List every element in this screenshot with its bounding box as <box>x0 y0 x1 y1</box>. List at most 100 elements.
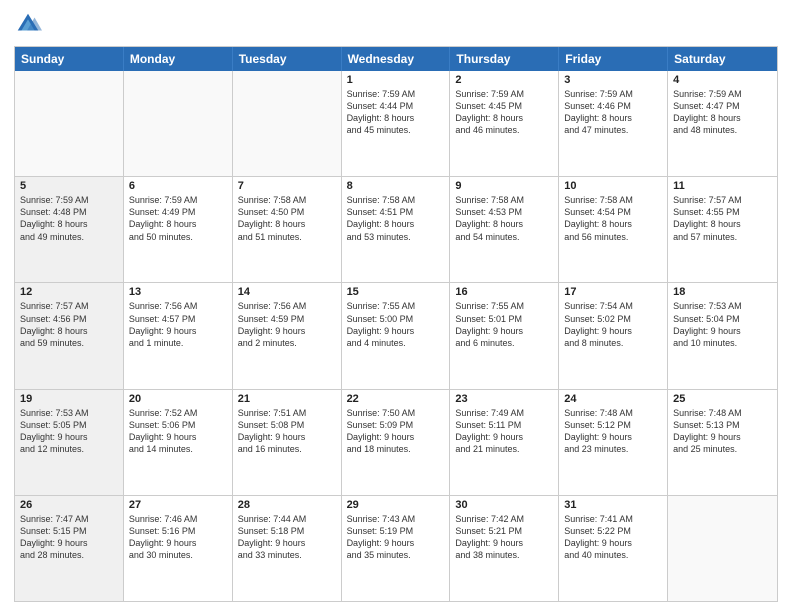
day-number: 14 <box>238 286 336 298</box>
calendar-row-1: 5Sunrise: 7:59 AM Sunset: 4:48 PM Daylig… <box>15 176 777 282</box>
day-number: 23 <box>455 393 553 405</box>
header-day-saturday: Saturday <box>668 47 777 71</box>
day-number: 19 <box>20 393 118 405</box>
day-number: 16 <box>455 286 553 298</box>
day-info: Sunrise: 7:54 AM Sunset: 5:02 PM Dayligh… <box>564 300 662 349</box>
header-day-tuesday: Tuesday <box>233 47 342 71</box>
day-number: 15 <box>347 286 445 298</box>
header-day-thursday: Thursday <box>450 47 559 71</box>
calendar-cell: 24 Sunrise: 7:48 AM Sunset: 5:12 PM Dayli… <box>559 390 668 495</box>
logo <box>14 10 46 38</box>
day-number: 7 <box>238 180 336 192</box>
day-number: 4 <box>673 74 772 86</box>
day-info: Sunrise: 7:49 AM Sunset: 5:11 PM Dayligh… <box>455 407 553 456</box>
header-day-wednesday: Wednesday <box>342 47 451 71</box>
calendar-cell <box>124 71 233 176</box>
calendar-cell: 17 Sunrise: 7:54 AM Sunset: 5:02 PM Dayli… <box>559 283 668 388</box>
day-info: Sunrise: 7:42 AM Sunset: 5:21 PM Dayligh… <box>455 513 553 562</box>
day-number: 29 <box>347 499 445 511</box>
calendar-cell: 26Sunrise: 7:47 AM Sunset: 5:15 PM Dayli… <box>15 496 124 601</box>
day-info: Sunrise: 7:58 AM Sunset: 4:53 PM Dayligh… <box>455 194 553 243</box>
calendar-body: 1Sunrise: 7:59 AM Sunset: 4:44 PM Daylig… <box>15 71 777 601</box>
day-number: 10 <box>564 180 662 192</box>
calendar-cell: 12 Sunrise: 7:57 AM Sunset: 4:56 PM Dayli… <box>15 283 124 388</box>
calendar-cell: 18 Sunrise: 7:53 AM Sunset: 5:04 PM Dayli… <box>668 283 777 388</box>
calendar-cell: 19 Sunrise: 7:53 AM Sunset: 5:05 PM Dayli… <box>15 390 124 495</box>
day-number: 13 <box>129 286 227 298</box>
calendar-row-0: 1Sunrise: 7:59 AM Sunset: 4:44 PM Daylig… <box>15 71 777 176</box>
calendar-cell: 20 Sunrise: 7:52 AM Sunset: 5:06 PM Dayli… <box>124 390 233 495</box>
day-number: 22 <box>347 393 445 405</box>
day-info: Sunrise: 7:56 AM Sunset: 4:57 PM Dayligh… <box>129 300 227 349</box>
day-info: Sunrise: 7:50 AM Sunset: 5:09 PM Dayligh… <box>347 407 445 456</box>
day-info: Sunrise: 7:58 AM Sunset: 4:50 PM Dayligh… <box>238 194 336 243</box>
day-info: Sunrise: 7:57 AM Sunset: 4:55 PM Dayligh… <box>673 194 772 243</box>
day-number: 11 <box>673 180 772 192</box>
day-info: Sunrise: 7:57 AM Sunset: 4:56 PM Dayligh… <box>20 300 118 349</box>
calendar-cell: 29Sunrise: 7:43 AM Sunset: 5:19 PM Dayli… <box>342 496 451 601</box>
calendar-cell: 3 Sunrise: 7:59 AM Sunset: 4:46 PM Daylig… <box>559 71 668 176</box>
calendar-cell: 9 Sunrise: 7:58 AM Sunset: 4:53 PM Daylig… <box>450 177 559 282</box>
calendar-cell: 15 Sunrise: 7:55 AM Sunset: 5:00 PM Dayli… <box>342 283 451 388</box>
day-number: 9 <box>455 180 553 192</box>
day-info: Sunrise: 7:56 AM Sunset: 4:59 PM Dayligh… <box>238 300 336 349</box>
calendar-cell: 28 Sunrise: 7:44 AM Sunset: 5:18 PM Dayli… <box>233 496 342 601</box>
day-number: 3 <box>564 74 662 86</box>
calendar-row-4: 26Sunrise: 7:47 AM Sunset: 5:15 PM Dayli… <box>15 495 777 601</box>
header-day-friday: Friday <box>559 47 668 71</box>
day-number: 8 <box>347 180 445 192</box>
day-info: Sunrise: 7:41 AM Sunset: 5:22 PM Dayligh… <box>564 513 662 562</box>
header-day-sunday: Sunday <box>15 47 124 71</box>
main-container: SundayMondayTuesdayWednesdayThursdayFrid… <box>0 0 792 612</box>
calendar-row-3: 19 Sunrise: 7:53 AM Sunset: 5:05 PM Dayli… <box>15 389 777 495</box>
day-number: 20 <box>129 393 227 405</box>
day-info: Sunrise: 7:59 AM Sunset: 4:45 PM Dayligh… <box>455 88 553 137</box>
calendar-cell: 8Sunrise: 7:58 AM Sunset: 4:51 PM Daylig… <box>342 177 451 282</box>
day-number: 17 <box>564 286 662 298</box>
day-info: Sunrise: 7:53 AM Sunset: 5:04 PM Dayligh… <box>673 300 772 349</box>
day-info: Sunrise: 7:59 AM Sunset: 4:47 PM Dayligh… <box>673 88 772 137</box>
day-number: 12 <box>20 286 118 298</box>
calendar: SundayMondayTuesdayWednesdayThursdayFrid… <box>14 46 778 602</box>
day-info: Sunrise: 7:59 AM Sunset: 4:48 PM Dayligh… <box>20 194 118 243</box>
calendar-cell: 30Sunrise: 7:42 AM Sunset: 5:21 PM Dayli… <box>450 496 559 601</box>
day-number: 31 <box>564 499 662 511</box>
calendar-cell: 25 Sunrise: 7:48 AM Sunset: 5:13 PM Dayli… <box>668 390 777 495</box>
calendar-cell <box>668 496 777 601</box>
day-number: 25 <box>673 393 772 405</box>
day-number: 28 <box>238 499 336 511</box>
day-info: Sunrise: 7:46 AM Sunset: 5:16 PM Dayligh… <box>129 513 227 562</box>
day-number: 21 <box>238 393 336 405</box>
calendar-cell: 11 Sunrise: 7:57 AM Sunset: 4:55 PM Dayli… <box>668 177 777 282</box>
calendar-cell: 21Sunrise: 7:51 AM Sunset: 5:08 PM Dayli… <box>233 390 342 495</box>
calendar-cell: 27Sunrise: 7:46 AM Sunset: 5:16 PM Dayli… <box>124 496 233 601</box>
calendar-cell <box>233 71 342 176</box>
calendar-header: SundayMondayTuesdayWednesdayThursdayFrid… <box>15 47 777 71</box>
calendar-cell: 23 Sunrise: 7:49 AM Sunset: 5:11 PM Dayli… <box>450 390 559 495</box>
day-info: Sunrise: 7:48 AM Sunset: 5:13 PM Dayligh… <box>673 407 772 456</box>
day-info: Sunrise: 7:55 AM Sunset: 5:01 PM Dayligh… <box>455 300 553 349</box>
day-info: Sunrise: 7:59 AM Sunset: 4:46 PM Dayligh… <box>564 88 662 137</box>
day-number: 24 <box>564 393 662 405</box>
day-info: Sunrise: 7:59 AM Sunset: 4:49 PM Dayligh… <box>129 194 227 243</box>
calendar-cell: 13 Sunrise: 7:56 AM Sunset: 4:57 PM Dayli… <box>124 283 233 388</box>
calendar-cell: 16 Sunrise: 7:55 AM Sunset: 5:01 PM Dayli… <box>450 283 559 388</box>
day-info: Sunrise: 7:52 AM Sunset: 5:06 PM Dayligh… <box>129 407 227 456</box>
calendar-cell <box>15 71 124 176</box>
calendar-cell: 4 Sunrise: 7:59 AM Sunset: 4:47 PM Daylig… <box>668 71 777 176</box>
day-info: Sunrise: 7:53 AM Sunset: 5:05 PM Dayligh… <box>20 407 118 456</box>
calendar-cell: 10Sunrise: 7:58 AM Sunset: 4:54 PM Dayli… <box>559 177 668 282</box>
day-number: 18 <box>673 286 772 298</box>
calendar-cell: 31 Sunrise: 7:41 AM Sunset: 5:22 PM Dayli… <box>559 496 668 601</box>
calendar-cell: 5Sunrise: 7:59 AM Sunset: 4:48 PM Daylig… <box>15 177 124 282</box>
calendar-cell: 2 Sunrise: 7:59 AM Sunset: 4:45 PM Daylig… <box>450 71 559 176</box>
day-number: 2 <box>455 74 553 86</box>
day-number: 1 <box>347 74 445 86</box>
logo-icon <box>14 10 42 38</box>
day-info: Sunrise: 7:48 AM Sunset: 5:12 PM Dayligh… <box>564 407 662 456</box>
header <box>14 10 778 38</box>
calendar-cell: 1Sunrise: 7:59 AM Sunset: 4:44 PM Daylig… <box>342 71 451 176</box>
day-info: Sunrise: 7:55 AM Sunset: 5:00 PM Dayligh… <box>347 300 445 349</box>
day-info: Sunrise: 7:47 AM Sunset: 5:15 PM Dayligh… <box>20 513 118 562</box>
day-info: Sunrise: 7:44 AM Sunset: 5:18 PM Dayligh… <box>238 513 336 562</box>
